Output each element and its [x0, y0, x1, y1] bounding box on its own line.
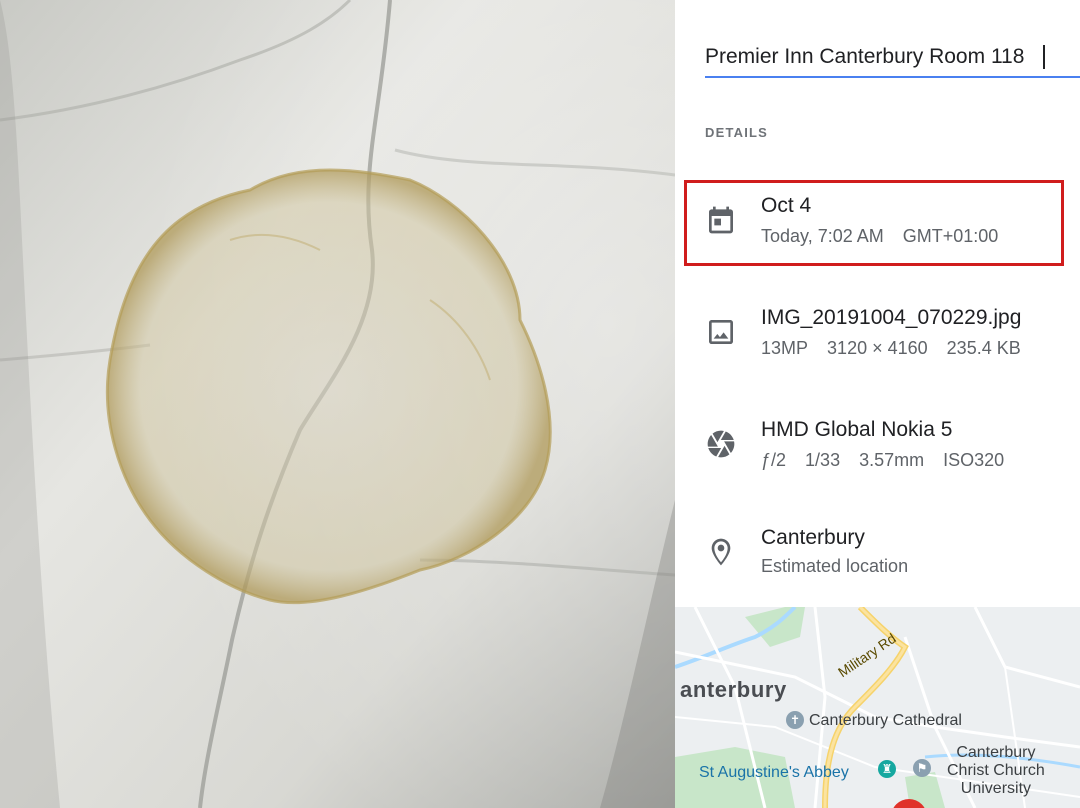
camera-iso: ISO320 — [943, 450, 1005, 470]
map-university-label: Canterbury Christ Church University — [947, 744, 1045, 798]
map-city-label: anterbury — [680, 677, 787, 702]
camera-shutter: 1/33 — [805, 450, 841, 470]
date-secondary: Today, 7:02 AM GMT+01:00 — [761, 226, 1012, 247]
cathedral-marker-icon: ✝ — [786, 711, 804, 729]
camera-model: HMD Global Nokia 5 — [761, 418, 953, 441]
location-pin-icon — [711, 538, 731, 566]
university-marker-icon: ⚑ — [913, 759, 931, 777]
file-size: 235.4 KB — [946, 338, 1021, 358]
aperture-icon — [707, 430, 735, 458]
details-section-label: DETAILS — [705, 125, 769, 140]
file-name: IMG_20191004_070229.jpg — [761, 306, 1022, 329]
title-field[interactable] — [705, 38, 1080, 78]
camera-aperture: ƒ/2 — [761, 450, 787, 470]
map-university-line2: Christ Church — [947, 762, 1045, 779]
camera-secondary: ƒ/2 1/33 3.57mm ISO320 — [761, 450, 1018, 471]
map-university-line3: University — [960, 780, 1032, 797]
photo-view[interactable] — [0, 0, 675, 808]
date-primary: Oct 4 — [761, 194, 812, 217]
location-name: Canterbury — [761, 526, 865, 549]
file-dimensions: 3120 × 4160 — [827, 338, 928, 358]
date-time: Today, 7:02 AM — [761, 226, 884, 246]
map-university-line1: Canterbury — [956, 744, 1036, 761]
location-estimate: Estimated location — [761, 556, 909, 576]
location-row[interactable]: Canterbury Estimated location — [675, 522, 1080, 592]
title-input[interactable] — [705, 42, 1075, 72]
map-abbey-label: St Augustine's Abbey — [699, 764, 849, 781]
image-icon — [709, 320, 733, 344]
text-caret — [1043, 45, 1045, 69]
map-cathedral-label: Canterbury Cathedral — [809, 712, 962, 729]
date-timezone: GMT+01:00 — [902, 226, 999, 246]
file-megapixels: 13MP — [761, 338, 809, 358]
duvet-photo — [0, 0, 675, 808]
info-panel: DETAILS Oct 4 Today, 7:02 AM GMT+01:00 I… — [675, 0, 1080, 808]
abbey-marker-icon: ♜ — [878, 760, 896, 778]
location-map[interactable]: anterbury Military Rd ✝ Canterbury Cathe… — [675, 607, 1080, 808]
file-row: IMG_20191004_070229.jpg 13MP 3120 × 4160… — [675, 302, 1080, 372]
camera-row: HMD Global Nokia 5 ƒ/2 1/33 3.57mm ISO32… — [675, 414, 1080, 484]
file-secondary: 13MP 3120 × 4160 235.4 KB — [761, 338, 1035, 359]
date-row[interactable]: Oct 4 Today, 7:02 AM GMT+01:00 — [675, 190, 1080, 260]
calendar-icon — [709, 206, 733, 234]
camera-focal-length: 3.57mm — [859, 450, 925, 470]
